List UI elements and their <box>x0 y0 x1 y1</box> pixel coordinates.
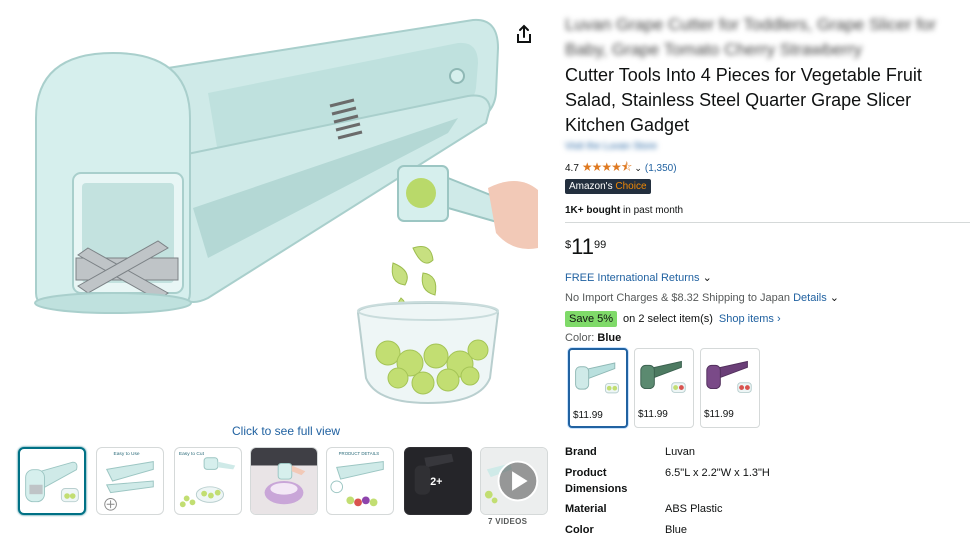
chevron-down-icon[interactable]: ⌄ <box>830 292 839 304</box>
easy-to-use-thumbnail: Easy to Use <box>104 451 154 511</box>
product-title-blurred: Luvan Grape Cutter for Toddlers, Grape S… <box>565 15 937 59</box>
rating-value: 4.7 <box>565 163 579 174</box>
coupon-row: Save 5% on 2 select item(s) Shop items › <box>565 311 781 327</box>
color-selection-label: Color: Blue <box>565 332 621 344</box>
thumbnail-2[interactable]: Easy to Use <box>96 447 164 515</box>
spec-value-color: Blue <box>665 524 688 536</box>
bought-count: 1K+ bought <box>565 205 621 216</box>
selected-color: Blue <box>597 332 622 344</box>
spec-value-dimensions: 6.5"L x 2.2"W x 1.3"H <box>665 467 770 479</box>
full-view-link[interactable]: Click to see full view <box>232 424 340 438</box>
star-rating-icon[interactable]: ★★★★⯪ <box>582 158 632 179</box>
videos-count-label: 7 VIDEOS <box>488 517 528 526</box>
price-fraction: 99 <box>593 239 607 251</box>
coupon-text: on 2 select item(s) <box>623 313 713 325</box>
spec-label-dimensions: Product Dimensions <box>565 467 628 495</box>
thumb-easy-text: Easy to Use <box>114 451 140 457</box>
spec-label-material: Material <box>565 503 607 515</box>
save-badge: Save 5% <box>565 311 618 327</box>
spec-value-brand: Luvan <box>665 446 695 458</box>
product-title: Cutter Tools Into 4 Pieces for Vegetable… <box>565 65 922 135</box>
spec-label-color: Color <box>565 524 594 536</box>
badge-main-text: Amazon's <box>569 181 613 192</box>
swatch-price: $11.99 <box>638 409 668 420</box>
share-icon[interactable] <box>512 22 536 46</box>
main-product-image[interactable] <box>18 8 543 418</box>
product-thumbnail-image <box>25 461 79 503</box>
thumbnail-1[interactable] <box>18 447 86 515</box>
thumbnail-video[interactable] <box>480 447 548 515</box>
returns-text[interactable]: FREE International Returns <box>565 272 700 284</box>
color-swatch-purple[interactable]: $11.99 <box>700 348 760 428</box>
thumb-details-text: PRODUCT DETAILS <box>339 451 380 456</box>
bought-rest: in past month <box>620 205 684 216</box>
thumb-cut-text: Easy to Cut <box>179 451 205 457</box>
video-thumbnail <box>481 448 547 514</box>
swatch-blue-image <box>575 362 619 394</box>
rating-row[interactable]: 4.7 ★★★★⯪ ⌄ (1,350) <box>565 158 677 179</box>
thumbnail-3[interactable]: Easy to Cut <box>174 447 242 515</box>
thumbnail-more[interactable]: 2+ <box>404 447 472 515</box>
bought-in-past-month: 1K+ bought in past month <box>565 205 683 216</box>
more-count-text: 2+ <box>430 476 442 488</box>
color-label: Color: <box>565 332 598 344</box>
lifestyle-thumbnail <box>251 448 317 514</box>
badge-choice-text: Choice <box>615 181 647 192</box>
swatch-price: $11.99 <box>704 409 734 420</box>
spec-label-brand: Brand <box>565 446 597 458</box>
thumbnail-5[interactable]: PRODUCT DETAILS <box>326 447 394 515</box>
product-details-thumbnail: PRODUCT DETAILS <box>330 451 384 507</box>
spec-value-material: ABS Plastic <box>665 503 723 515</box>
free-returns-link[interactable]: FREE International Returns ⌄ <box>565 271 712 284</box>
chevron-down-icon[interactable]: ⌄ <box>634 163 642 174</box>
easy-to-cut-thumbnail: Easy to Cut <box>179 451 236 508</box>
price-whole: 11 <box>571 234 594 259</box>
amazons-choice-badge: Amazon's Choice <box>565 179 651 194</box>
store-link[interactable]: Visit the Luvan Store <box>565 141 657 152</box>
shipping-details-link[interactable]: Details <box>793 292 827 304</box>
more-images-thumbnail: 2+ <box>405 448 471 514</box>
thumbnail-4[interactable] <box>250 447 318 515</box>
divider <box>565 222 970 223</box>
swatch-green-image <box>640 360 686 393</box>
ratings-count-link[interactable]: (1,350) <box>645 163 677 174</box>
price: $ 11 99 <box>565 236 606 258</box>
color-swatch-blue[interactable]: $11.99 <box>568 348 628 428</box>
color-swatch-green[interactable]: $11.99 <box>634 348 694 428</box>
swatch-price: $11.99 <box>573 410 603 421</box>
chevron-down-icon[interactable]: ⌄ <box>703 272 712 284</box>
import-charges-text: No Import Charges & $8.32 Shipping to Ja… <box>565 292 791 304</box>
swatch-purple-image <box>706 360 752 393</box>
shipping-info: No Import Charges & $8.32 Shipping to Ja… <box>565 291 839 304</box>
shop-items-link[interactable]: Shop items › <box>719 313 781 325</box>
